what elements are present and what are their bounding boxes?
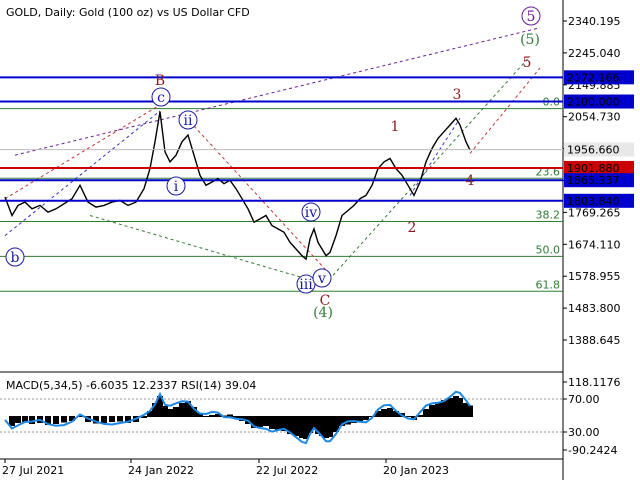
wave-label: iii [299,277,313,293]
wave-label: i [174,179,179,195]
price-tick-label: 1388.645 [568,334,621,347]
macd-bar [203,416,209,417]
wave-label: 5 [527,9,536,25]
time-tick-label: 24 Jan 2022 [128,464,194,477]
macd-bar [457,398,463,417]
macd-bar [61,416,67,423]
current-price-label: 1956.660 [567,144,620,157]
macd-bar [109,416,115,422]
wave-label: b [11,250,20,266]
wave-label: c [157,90,165,106]
wave-label: 1 [391,119,400,135]
indicator-tick-label: 30.00 [568,426,600,439]
fib-label: 50.0 [536,243,561,256]
wave-label: 5 [523,55,532,71]
level-2100-label: 2100.000 [567,96,620,109]
macd-bar [357,416,363,421]
indicator-tick-label: 118.1176 [568,376,621,389]
price-tick-label: 1578.955 [568,270,621,283]
wave-label: (5) [520,32,540,48]
wave-label: iv [305,205,317,221]
price-tick-label: 2340.195 [568,15,621,28]
level-2172-label: 2172.166 [567,71,620,84]
price-tick-label: 2054.730 [568,111,621,124]
level-1803-label: 1803.840 [567,195,620,208]
macd-bar [429,405,435,417]
fib-label: 38.2 [536,209,561,222]
gold-chart: GOLD, Daily: Gold (100 oz) vs US Dollar … [0,0,640,480]
macd-bar [173,407,179,417]
price-tick-label: 2245.040 [568,47,621,60]
indicator-tick-label: -90.2424 [568,444,617,457]
macd-bar [101,416,107,423]
price-tick-label: 1769.265 [568,206,621,219]
macd-bar [209,415,215,417]
macd-bar [167,409,173,417]
chart-title: GOLD, Daily: Gold (100 oz) vs US Dollar … [6,6,250,19]
wave-label: v [317,271,326,287]
wave-label: 3 [453,87,462,103]
macd-bar [179,403,185,417]
macd-bar [381,409,387,417]
level-1901-label: 1901.880 [567,162,620,175]
chart-background [0,0,640,480]
macd-bar [117,416,123,422]
macd-bar [447,398,453,417]
macd-bar [423,409,429,417]
price-tick-label: 1483.800 [568,302,621,315]
wave-label: 4 [466,173,475,189]
time-tick-label: 27 Jul 2021 [2,464,64,477]
macd-bar [275,416,281,430]
time-tick-label: 20 Jan 2023 [383,464,449,477]
indicator-tick-label: 70.00 [568,393,600,406]
wave-label: (4) [313,305,333,321]
macd-bar [435,402,441,417]
wave-label: B [155,73,165,89]
time-tick-label: 22 Jul 2022 [256,464,318,477]
macd-bar [257,416,263,427]
macd-bar [263,416,269,426]
macd-bar [293,416,299,436]
price-tick-label: 1674.110 [568,238,621,251]
macd-bar [15,416,21,423]
macd-bar [53,416,59,424]
macd-bar [363,416,369,420]
level-1865-label: 1865.337 [567,174,620,187]
macd-bar [387,408,393,417]
macd-bar [467,405,473,417]
wave-label: 2 [408,220,417,236]
macd-bar [327,416,333,437]
fib-label: 61.8 [536,278,561,291]
macd-bar [29,416,35,424]
macd-bar [269,416,275,429]
wave-label: ii [184,113,193,129]
indicator-title: MACD(5,34,5) -6.6035 12.2337 RSI(14) 39.… [6,379,256,392]
